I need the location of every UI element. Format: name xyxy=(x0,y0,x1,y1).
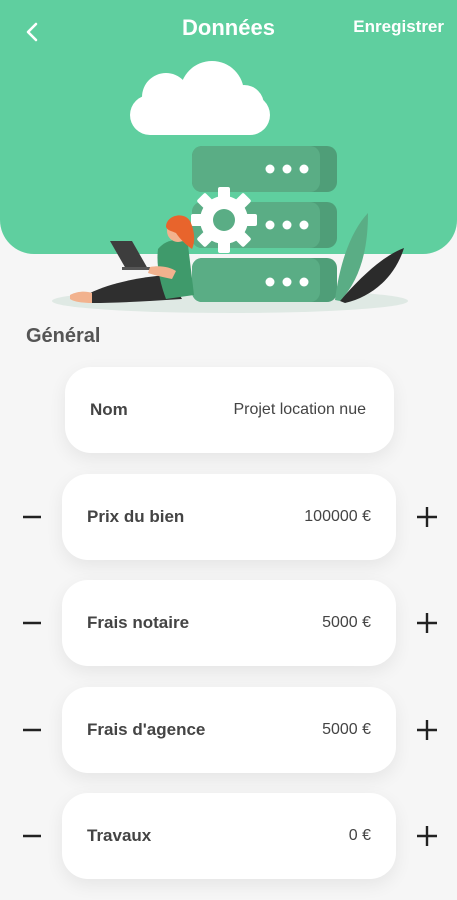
increment-button[interactable] xyxy=(409,687,445,773)
plus-icon xyxy=(417,720,437,740)
decrement-button[interactable] xyxy=(14,793,50,879)
field-value: 0 € xyxy=(348,827,371,844)
increment-button[interactable] xyxy=(409,793,445,879)
minus-icon xyxy=(23,621,41,625)
field-row-frais-agence: Frais d'agence 5000 € xyxy=(0,687,457,773)
minus-icon xyxy=(23,515,41,519)
data-illustration xyxy=(52,61,408,313)
field-label: Frais d'agence xyxy=(87,720,206,739)
decrement-button[interactable] xyxy=(14,474,50,560)
person-illustration xyxy=(70,215,195,303)
increment-button[interactable] xyxy=(409,580,445,666)
travaux-field[interactable]: Travaux 0 € xyxy=(62,793,396,879)
field-row-nom: Nom Projet location nue xyxy=(0,367,457,453)
section-title: Général xyxy=(26,325,101,347)
minus-icon xyxy=(23,834,41,838)
field-value: 5000 € xyxy=(322,614,371,631)
cloud-icon xyxy=(130,61,270,135)
increment-button[interactable] xyxy=(409,474,445,560)
field-label: Travaux xyxy=(87,826,152,845)
plus-icon xyxy=(417,826,437,846)
field-row-travaux: Travaux 0 € xyxy=(0,793,457,879)
plant-icon xyxy=(335,213,404,303)
save-button[interactable]: Enregistrer xyxy=(353,17,444,37)
gear-icon xyxy=(191,187,257,253)
field-value: 5000 € xyxy=(322,721,371,738)
plus-icon xyxy=(417,613,437,633)
field-label: Prix du bien xyxy=(87,507,185,526)
field-row-prix-du-bien: Prix du bien 100000 € xyxy=(0,474,457,560)
decrement-button[interactable] xyxy=(14,687,50,773)
decrement-button[interactable] xyxy=(14,580,50,666)
field-label: Nom xyxy=(90,400,128,419)
field-row-frais-notaire: Frais notaire 5000 € xyxy=(0,580,457,666)
field-value: Projet location nue xyxy=(233,401,366,418)
field-label: Frais notaire xyxy=(87,613,190,632)
plus-icon xyxy=(417,507,437,527)
prix-du-bien-field[interactable]: Prix du bien 100000 € xyxy=(62,474,396,560)
frais-agence-field[interactable]: Frais d'agence 5000 € xyxy=(62,687,396,773)
name-field[interactable]: Nom Projet location nue xyxy=(65,367,394,453)
frais-notaire-field[interactable]: Frais notaire 5000 € xyxy=(62,580,396,666)
minus-icon xyxy=(23,728,41,732)
field-value: 100000 € xyxy=(304,508,371,525)
